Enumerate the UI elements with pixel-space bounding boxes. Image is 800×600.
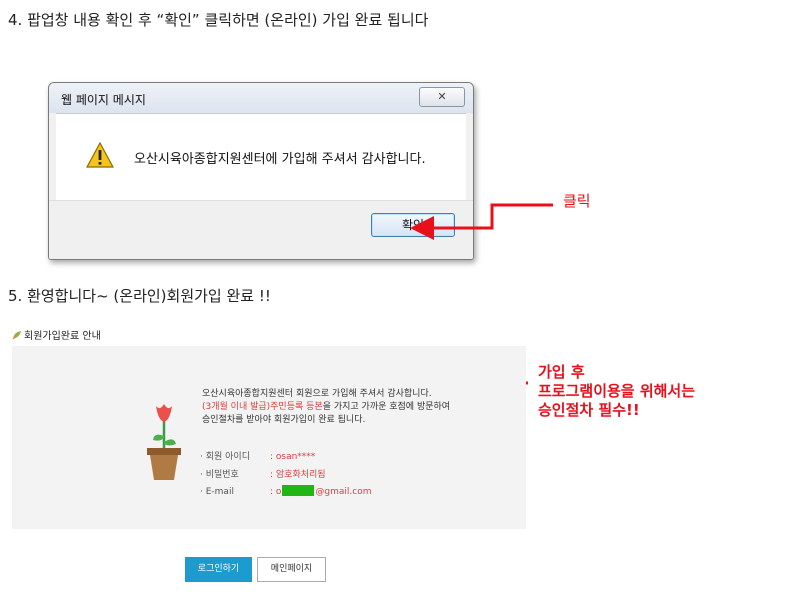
email-prefix: : o	[270, 487, 282, 497]
approval-note: 가입 후 프로그램이용을 위해서는 승인절차 필수!!	[538, 363, 695, 420]
member-id-label: · 회원 아이디	[200, 452, 250, 462]
email-redaction	[282, 485, 315, 496]
section-title: 회원가입완료 안내	[12, 327, 101, 342]
login-button[interactable]: 로그인하기	[185, 557, 252, 582]
approval-note-line: 승인절차 필수!!	[538, 401, 640, 419]
dialog-body: 오산시육아종합지원센터에 가입해 주셔서 감사합니다.	[56, 113, 466, 200]
approval-note-line: 프로그램이용을 위해서는	[538, 382, 696, 400]
dialog-titlebar: 웹 페이지 메시지 ✕	[49, 83, 473, 113]
dialog-title: 웹 페이지 메시지	[61, 93, 146, 107]
dialog-footer: 확인	[49, 200, 473, 259]
step5-heading: 5. 환영합니다~ (온라인)회원가입 완료 !!	[8, 287, 271, 305]
flower-pot-icon	[147, 404, 181, 480]
ok-button[interactable]: 확인	[371, 213, 455, 237]
click-annotation: 클릭	[563, 192, 591, 210]
leaf-icon	[12, 331, 21, 340]
member-id-value: : osan****	[270, 452, 316, 462]
member-id-row: · 회원 아이디 : osan****	[200, 449, 420, 462]
approval-note-line: 가입 후	[538, 363, 585, 381]
step4-heading: 4. 팝업창 내용 확인 후 “확인” 클릭하면 (온라인) 가입 완료 됩니다	[8, 11, 429, 29]
signup-complete-panel: 오산시육아종합지원센터 회원으로 가입해 주셔서 감사합니다. (3개월 이내 …	[12, 346, 526, 529]
main-page-button[interactable]: 메인페이지	[257, 557, 326, 582]
dialog-close-button[interactable]: ✕	[419, 87, 465, 107]
signup-message-line: (3개월 이내 발급)주민등록 등본을 가지고 가까운 호점에 방문하여	[202, 401, 450, 414]
password-row: · 비밀번호 : 암호화처리됨	[200, 467, 420, 480]
web-page-message-dialog: 웹 페이지 메시지 ✕ 오산시육아종합지원센터에 가입해 주셔서 감사합니다. …	[48, 82, 474, 260]
password-value: : 암호화처리됨	[270, 470, 326, 480]
signup-message-text: 을 가지고 가까운 호점에 방문하여	[322, 402, 451, 412]
document-requirement: (3개월 이내 발급)주민등록 등본	[202, 402, 323, 412]
section-title-text: 회원가입완료 안내	[24, 331, 101, 342]
email-label: · E-mail	[200, 487, 234, 497]
signup-message-line: 승인절차를 받아야 회원가입이 완료 됩니다.	[202, 415, 366, 425]
email-row: · E-mail : o @gmail.com	[200, 485, 420, 497]
email-suffix: @gmail.com	[315, 487, 372, 497]
signup-message: 오산시육아종합지원센터 회원으로 가입해 주셔서 감사합니다. (3개월 이내 …	[202, 388, 450, 427]
dialog-message: 오산시육아종합지원센터에 가입해 주셔서 감사합니다.	[134, 152, 426, 167]
warning-icon	[86, 142, 114, 168]
password-label: · 비밀번호	[200, 470, 239, 480]
signup-message-line: 오산시육아종합지원센터 회원으로 가입해 주셔서 감사합니다.	[202, 389, 432, 399]
